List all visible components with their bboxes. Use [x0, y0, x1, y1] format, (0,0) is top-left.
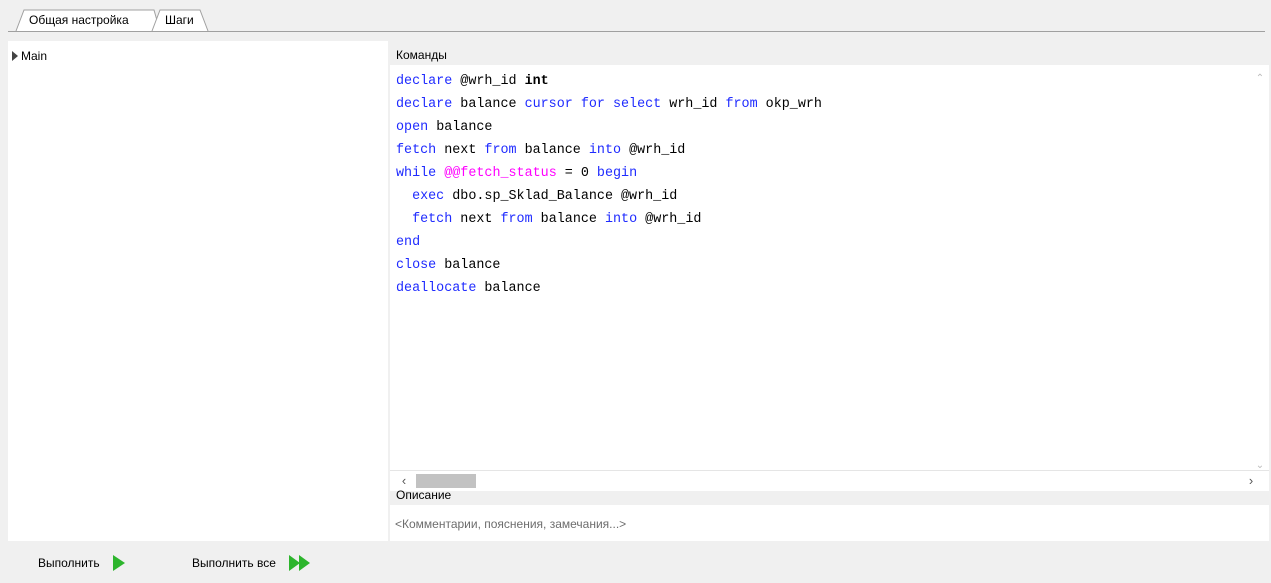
description-title: Описание: [396, 488, 452, 502]
code-token: open: [396, 120, 429, 135]
code-token: declare: [396, 97, 453, 112]
fast-forward-icon: [288, 555, 310, 571]
bottom-toolbar: Выполнить Выполнить все: [0, 541, 1271, 583]
code-token: end: [396, 235, 421, 250]
code-token: begin: [596, 166, 638, 181]
code-token: balance: [516, 143, 589, 158]
code-token: balance: [452, 97, 525, 112]
code-line[interactable]: exec dbo.sp_Sklad_Balance @wrh_id: [396, 185, 822, 208]
code-token: fetch: [412, 212, 453, 227]
code-line[interactable]: end: [396, 231, 822, 254]
code-line[interactable]: declare @wrh_id int: [396, 70, 822, 93]
vertical-scrollbar[interactable]: ⌃ ⌄: [1251, 65, 1269, 471]
description-placeholder: <Комментарии, пояснения, замечания...>: [395, 517, 627, 531]
step-editor: Команды declare @wrh_id int declare balan…: [390, 41, 1270, 541]
code-token: exec: [412, 189, 445, 204]
code-token: into: [588, 143, 622, 158]
scroll-thumb[interactable]: [416, 474, 476, 488]
code-line[interactable]: open balance: [396, 116, 822, 139]
code-line[interactable]: fetch next from balance into @wrh_id: [396, 139, 822, 162]
code-line[interactable]: fetch next from balance into @wrh_id: [396, 208, 822, 231]
code-token: wrh_id: [661, 97, 726, 112]
code-token: @wrh_id: [621, 143, 686, 158]
horizontal-scrollbar[interactable]: ‹ ›: [390, 470, 1269, 491]
code-token: fetch: [396, 143, 437, 158]
code-token: int: [524, 74, 549, 89]
code-line[interactable]: deallocate balance: [396, 277, 822, 300]
code-text[interactable]: declare @wrh_id int declare balance curso…: [396, 70, 822, 300]
code-token: balance: [532, 212, 605, 227]
code-token: balance: [476, 281, 541, 296]
tab-steps[interactable]: Шаги: [160, 9, 199, 31]
code-token: dbo.sp_Sklad_Balance @wrh_id: [444, 189, 678, 204]
code-token: while: [396, 166, 437, 181]
scroll-right-icon[interactable]: ›: [1241, 471, 1261, 491]
code-token: @@fetch_status: [444, 166, 557, 181]
commands-title: Команды: [396, 48, 447, 62]
code-line[interactable]: declare balance cursor for select wrh_id…: [396, 93, 822, 116]
code-token: from: [500, 212, 533, 227]
tab-bar: Общая настройка Шаги: [0, 0, 1271, 33]
tree-item-label: Main: [21, 49, 48, 63]
commands-editor[interactable]: declare @wrh_id int declare balance curso…: [390, 65, 1269, 491]
run-button[interactable]: Выполнить: [38, 553, 126, 573]
code-token: deallocate: [396, 281, 477, 296]
code-token: next: [436, 143, 485, 158]
tab-baseline: [8, 31, 1265, 32]
code-token: cursor for select: [524, 97, 662, 112]
code-token: from: [725, 97, 758, 112]
steps-tree[interactable]: Main: [8, 41, 388, 541]
code-token: @wrh_id: [452, 74, 525, 89]
tab-general-settings[interactable]: Общая настройка: [24, 9, 134, 31]
code-token: into: [604, 212, 638, 227]
code-token: from: [484, 143, 517, 158]
run-button-label: Выполнить: [38, 556, 100, 570]
play-icon: [112, 555, 125, 571]
code-token: close: [396, 258, 437, 273]
code-line[interactable]: while @@fetch_status = 0 begin: [396, 162, 822, 185]
code-token: okp_wrh: [757, 97, 822, 112]
code-token: @wrh_id: [637, 212, 702, 227]
tree-item-main[interactable]: Main: [12, 48, 47, 64]
code-token: balance: [436, 258, 501, 273]
code-token: next: [452, 212, 501, 227]
code-token: = 0: [556, 166, 597, 181]
run-all-button-label: Выполнить все: [192, 556, 276, 570]
scroll-up-icon[interactable]: ⌃: [1251, 70, 1269, 88]
code-line[interactable]: close balance: [396, 254, 822, 277]
expand-arrow-icon[interactable]: [12, 51, 18, 61]
code-token: balance: [428, 120, 493, 135]
run-all-button[interactable]: Выполнить все: [192, 553, 312, 573]
description-field[interactable]: <Комментарии, пояснения, замечания...>: [390, 505, 1269, 541]
code-token: declare: [396, 74, 453, 89]
